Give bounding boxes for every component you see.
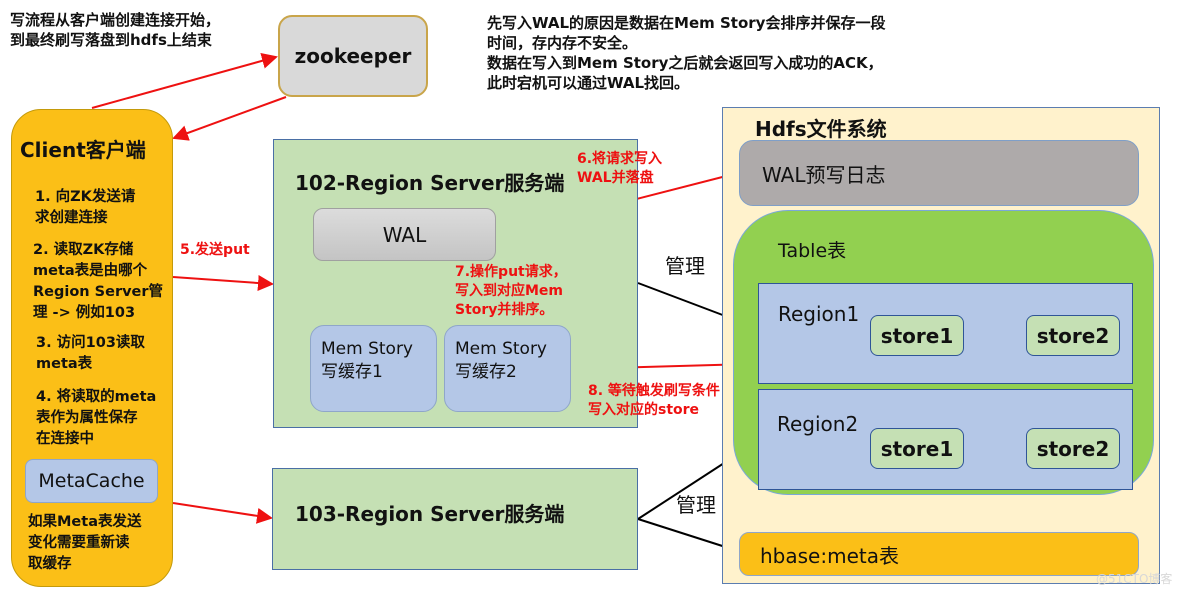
- step8-label: 8. 等待触发刷写条件 写入对应的store: [588, 383, 720, 418]
- memstore-1[interactable]: Mem Story 写缓存1: [310, 325, 437, 412]
- arrow-client-to-rs103: [172, 502, 273, 524]
- arrow-client-to-rs102: [172, 275, 274, 291]
- metacache-box[interactable]: MetaCache: [25, 459, 158, 503]
- client-step-3: 3. 访问103读取 meta表: [36, 335, 145, 372]
- zookeeper-label: zookeeper: [294, 44, 412, 68]
- client-step-1: 1. 向ZK发送请 求创建连接: [35, 189, 136, 226]
- step6-label: 6.将请求写入 WAL并落盘: [577, 151, 663, 186]
- hbase-meta-table[interactable]: hbase:meta表: [739, 532, 1139, 576]
- manage-label-102: 管理: [665, 254, 705, 278]
- metacache-label: MetaCache: [38, 470, 145, 492]
- intro-note: 写流程从客户端创建连接开始， 到最终刷写落盘到hdfs上结束: [10, 11, 221, 49]
- store-label: store2: [1036, 323, 1110, 348]
- arrow-client-to-zookeeper: [91, 53, 278, 109]
- step7-label: 7.操作put请求， 写入到对应Mem Story并排序。: [455, 264, 567, 318]
- store-label: store1: [880, 436, 954, 461]
- wal-box[interactable]: WAL: [313, 208, 496, 261]
- manage-label-103: 管理: [676, 493, 716, 517]
- client-step-2: 2. 读取ZK存储 meta表是由哪个 Region Server管 理 -> …: [33, 242, 164, 321]
- watermark: @51CTO博客: [1096, 572, 1173, 586]
- zookeeper-node[interactable]: zookeeper: [278, 15, 428, 97]
- region-server-102-title: 102-Region Server服务端: [295, 171, 565, 195]
- step5-label: 5.发送put: [180, 242, 250, 258]
- region-2-store-2[interactable]: store2: [1026, 428, 1120, 469]
- client-step-4: 4. 将读取的meta 表作为属性保存 在连接中: [36, 389, 157, 447]
- region-1-store-1[interactable]: store1: [870, 315, 964, 356]
- memstore-2[interactable]: Mem Story 写缓存2: [444, 325, 571, 412]
- client-title: Client客户端: [20, 138, 146, 162]
- region-1-store-2[interactable]: store2: [1026, 315, 1120, 356]
- hdfs-wal-log[interactable]: WAL预写日志: [739, 140, 1139, 206]
- table-title: Table表: [778, 240, 847, 262]
- region-1-label: Region1: [778, 302, 860, 326]
- hdfs-wal-log-label: WAL预写日志: [762, 162, 886, 187]
- store-label: store1: [880, 323, 954, 348]
- region-2-label: Region2: [777, 412, 859, 436]
- client-footer-note: 如果Meta表发送 变化需要重新读 取缓存: [28, 514, 142, 572]
- store-label: store2: [1036, 436, 1110, 461]
- wal-reason-note: 先写入WAL的原因是数据在Mem Story会排序并保存一段 时间，存内存不安全…: [487, 14, 886, 92]
- hdfs-title: Hdfs文件系统: [755, 117, 887, 141]
- region-2-store-1[interactable]: store1: [870, 428, 964, 469]
- arrow-zookeeper-to-client: [172, 96, 287, 141]
- hbase-meta-table-label: hbase:meta表: [760, 543, 899, 568]
- region-server-103-title: 103-Region Server服务端: [295, 502, 565, 526]
- wal-label: WAL: [382, 222, 427, 247]
